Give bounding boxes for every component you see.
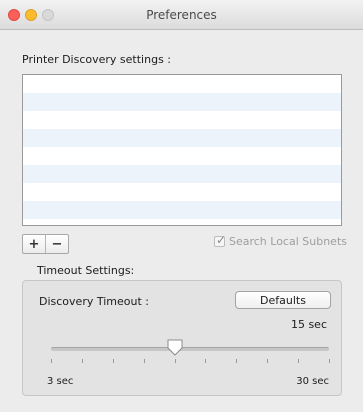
slider-tick [329, 359, 330, 363]
slider-tick [81, 359, 83, 363]
printer-discovery-list[interactable] [22, 74, 342, 226]
slider-tick [112, 359, 114, 363]
defaults-button[interactable]: Defaults [235, 291, 331, 309]
search-local-subnets-label: Search Local Subnets [228, 235, 347, 248]
slider-tick [143, 359, 145, 363]
printer-list-row[interactable] [23, 75, 341, 93]
slider-tick [267, 359, 269, 363]
search-local-subnets-checkbox[interactable]: ✓ [213, 233, 227, 247]
slider-tick [51, 359, 52, 363]
printer-discovery-label: Printer Discovery settings : [22, 53, 171, 66]
list-edit-buttons: + − [22, 234, 69, 254]
timeout-slider-thumb[interactable] [166, 339, 184, 357]
slider-tick [174, 359, 176, 363]
printer-list-row[interactable] [23, 111, 341, 129]
remove-button[interactable]: − [45, 235, 68, 253]
slider-tick [298, 359, 300, 363]
slider-tick [236, 359, 238, 363]
timeout-slider-track[interactable] [51, 347, 329, 351]
slider-min-label: 3 sec [47, 376, 74, 387]
printer-list-row[interactable] [23, 93, 341, 111]
discovery-timeout-label: Discovery Timeout : [39, 295, 149, 308]
timeout-value: 15 sec [290, 318, 327, 331]
slider-tick [205, 359, 207, 363]
slider-max-label: 30 sec [296, 376, 329, 387]
checkmark-icon: ✓ [215, 233, 227, 247]
preferences-window: Preferences Printer Discovery settings :… [0, 0, 363, 412]
add-button[interactable]: + [23, 235, 45, 253]
printer-list-row[interactable] [23, 201, 341, 219]
title-bar: Preferences [0, 0, 363, 30]
timeout-settings-group: Discovery Timeout : Defaults 15 sec 3 se… [22, 280, 342, 396]
printer-list-row[interactable] [23, 147, 341, 165]
printer-list-row[interactable] [23, 129, 341, 147]
printer-list-row[interactable] [23, 165, 341, 183]
window-title: Preferences [146, 8, 217, 22]
timeout-settings-label: Timeout Settings: [37, 264, 135, 277]
printer-list-row[interactable] [23, 183, 341, 201]
search-local-subnets-option[interactable]: ✓ Search Local Subnets [213, 233, 347, 248]
